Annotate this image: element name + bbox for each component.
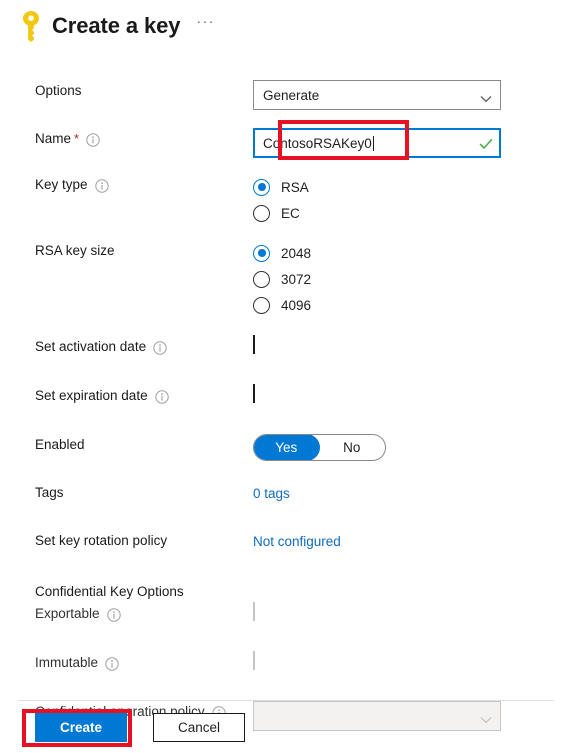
radio-indicator — [253, 178, 270, 196]
info-icon[interactable] — [106, 607, 121, 622]
immutable-control-cell — [253, 651, 572, 670]
rsa-key-size-control-cell: 2048 3072 4096 — [253, 240, 572, 318]
key-icon — [18, 9, 44, 43]
confidential-key-options-heading: Confidential Key Options — [35, 584, 184, 599]
key-type-label: Key type — [35, 177, 88, 192]
create-key-form: Options Generate Name * ContosoRSAKey0 K… — [0, 44, 572, 739]
exportable-label: Exportable — [35, 606, 100, 621]
info-icon[interactable] — [105, 656, 119, 671]
key-rotation-policy-label: Set key rotation policy — [35, 533, 168, 548]
tags-label: Tags — [35, 485, 64, 500]
radio-label: 2048 — [281, 245, 312, 261]
info-icon[interactable] — [153, 340, 167, 355]
enabled-control-cell: Yes No — [253, 434, 572, 461]
create-button[interactable]: Create — [35, 713, 127, 742]
set-activation-date-label-cell: Set activation date — [0, 336, 253, 355]
name-input-value: ContosoRSAKey0 — [263, 135, 372, 151]
radio-label: EC — [281, 205, 300, 221]
set-activation-date-control-cell — [253, 335, 572, 354]
name-input[interactable]: ContosoRSAKey0 — [253, 128, 501, 158]
immutable-checkbox — [253, 651, 255, 670]
key-rotation-policy-link[interactable]: Not configured — [253, 530, 341, 549]
row-exportable: Exportable — [0, 602, 572, 641]
radio-indicator — [253, 204, 270, 222]
info-icon[interactable] — [86, 132, 100, 147]
cancel-button[interactable]: Cancel — [153, 713, 245, 742]
tags-label-cell: Tags — [0, 482, 253, 500]
name-label: Name — [35, 131, 72, 146]
options-control-cell: Generate — [253, 80, 572, 110]
key-type-control-cell: RSA EC — [253, 174, 572, 226]
text-caret — [372, 135, 374, 151]
row-name: Name * ContosoRSAKey0 — [0, 128, 572, 166]
radio-indicator — [253, 296, 270, 314]
row-tags: Tags 0 tags — [0, 482, 572, 520]
radio-indicator — [253, 244, 270, 262]
options-label-cell: Options — [0, 80, 253, 98]
row-immutable: Immutable — [0, 651, 572, 690]
row-options: Options Generate — [0, 80, 572, 118]
overflow-menu-icon[interactable]: ··· — [196, 14, 215, 28]
set-expiration-date-label-cell: Set expiration date — [0, 385, 253, 404]
page-header: Create a key ··· — [0, 0, 572, 44]
immutable-label-cell: Immutable — [0, 652, 253, 671]
enabled-toggle-yes[interactable]: Yes — [254, 435, 320, 460]
exportable-checkbox — [253, 602, 255, 621]
row-set-activation-date: Set activation date — [0, 335, 572, 374]
footer-divider — [18, 700, 554, 701]
required-asterisk: * — [74, 131, 80, 146]
chevron-down-icon — [480, 91, 492, 103]
set-activation-date-checkbox[interactable] — [253, 335, 255, 354]
rsa-key-size-radio-group: 2048 3072 4096 — [253, 240, 542, 318]
radio-label: RSA — [281, 179, 309, 195]
options-dropdown-value: Generate — [263, 87, 320, 103]
key-rotation-policy-control-cell: Not configured — [253, 530, 572, 551]
exportable-control-cell — [253, 602, 572, 621]
page-title: Create a key — [52, 13, 181, 38]
name-control-cell: ContosoRSAKey0 — [253, 128, 572, 158]
radio-indicator — [253, 270, 270, 288]
enabled-label-cell: Enabled — [0, 434, 253, 452]
set-expiration-date-control-cell — [253, 384, 572, 403]
row-key-rotation-policy: Set key rotation policy Not configured — [0, 530, 572, 568]
row-set-expiration-date: Set expiration date — [0, 384, 572, 423]
info-icon[interactable] — [154, 389, 169, 404]
row-rsa-key-size: RSA key size 2048 3072 4096 — [0, 240, 572, 318]
set-expiration-date-checkbox[interactable] — [253, 384, 255, 403]
radio-label: 3072 — [281, 271, 312, 287]
tags-link[interactable]: 0 tags — [253, 482, 290, 501]
radio-option-rsa[interactable]: RSA — [253, 174, 542, 200]
tags-control-cell: 0 tags — [253, 482, 572, 503]
set-expiration-date-label: Set expiration date — [35, 388, 148, 403]
footer-actions: Create Cancel — [0, 713, 572, 742]
info-icon[interactable] — [94, 178, 109, 193]
radio-option-2048[interactable]: 2048 — [253, 240, 542, 266]
radio-option-4096[interactable]: 4096 — [253, 292, 542, 318]
rsa-key-size-label: RSA key size — [35, 243, 115, 258]
rsa-key-size-label-cell: RSA key size — [0, 240, 253, 258]
name-label-cell: Name * — [0, 128, 253, 147]
row-enabled: Enabled Yes No — [0, 434, 572, 472]
key-type-radio-group: RSA EC — [253, 174, 542, 226]
set-activation-date-label: Set activation date — [35, 339, 147, 354]
enabled-toggle-no[interactable]: No — [319, 435, 386, 460]
options-label: Options — [35, 83, 82, 98]
radio-option-3072[interactable]: 3072 — [253, 266, 542, 292]
key-type-label-cell: Key type — [0, 174, 253, 193]
enabled-label: Enabled — [35, 437, 85, 452]
key-rotation-policy-label-cell: Set key rotation policy — [0, 530, 253, 548]
enabled-toggle[interactable]: Yes No — [253, 434, 386, 461]
radio-option-ec[interactable]: EC — [253, 200, 542, 226]
exportable-label-cell: Exportable — [0, 603, 253, 622]
radio-label: 4096 — [281, 297, 312, 313]
immutable-label: Immutable — [35, 655, 99, 670]
valid-check-icon — [479, 137, 493, 149]
row-key-type: Key type RSA EC — [0, 174, 572, 226]
options-dropdown[interactable]: Generate — [253, 80, 501, 110]
